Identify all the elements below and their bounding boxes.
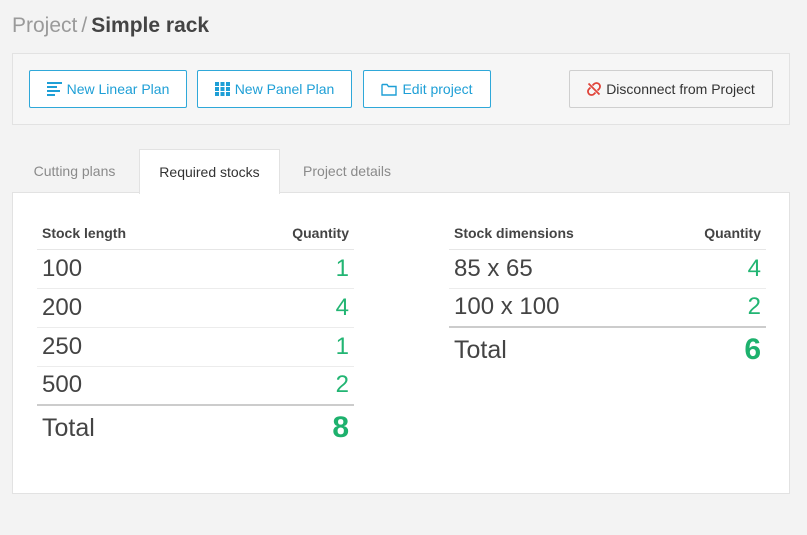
edit-project-label: Edit project [402,81,473,97]
tab-project-details[interactable]: Project details [282,149,412,193]
stock-dimensions-cell: 100 x 100 [449,288,659,328]
quantity-cell: 4 [658,249,766,289]
total-row: Total 8 [37,404,354,450]
quantity-cell: 4 [222,288,354,328]
stock-length-cell: 100 [37,249,223,289]
unlink-icon [587,82,602,96]
total-label: Total [37,404,223,450]
stock-dimensions-cell: 85 x 65 [449,249,659,289]
breadcrumb-project-link[interactable]: Project [12,14,77,37]
total-row: Total 6 [449,326,766,372]
total-label: Total [449,326,659,372]
tab-required-stocks[interactable]: Required stocks [139,149,280,194]
table-row: 100 1 [37,249,354,289]
edit-project-button[interactable]: Edit project [363,70,491,108]
project-tabs: Cutting plans Required stocks Project de… [12,149,790,194]
stock-length-header: Stock length [37,217,223,250]
disconnect-label: Disconnect from Project [606,81,755,97]
stock-dimensions-header: Stock dimensions [449,217,659,250]
disconnect-from-project-button[interactable]: Disconnect from Project [569,70,773,108]
table-row: 500 2 [37,366,354,406]
grid-icon [214,82,230,96]
table-header-row: Stock dimensions Quantity [449,217,766,250]
quantity-cell: 2 [658,288,766,328]
new-panel-plan-button[interactable]: New Panel Plan [197,70,352,108]
project-toolbar: New Linear Plan New Panel Plan Edit proj… [12,53,790,125]
table-row: 250 1 [37,327,354,367]
quantity-cell: 1 [222,249,354,289]
table-row: 100 x 100 2 [449,288,766,328]
new-panel-plan-label: New Panel Plan [234,81,335,97]
new-linear-plan-button[interactable]: New Linear Plan [29,70,187,108]
new-linear-plan-label: New Linear Plan [66,81,170,97]
breadcrumb: Project / Simple rack [12,13,209,39]
total-quantity: 6 [658,326,766,372]
stock-length-cell: 250 [37,327,223,367]
table-row: 200 4 [37,288,354,328]
tab-cutting-plans[interactable]: Cutting plans [12,149,137,193]
quantity-cell: 2 [222,366,354,406]
required-stocks-panel: Stock length Quantity 100 1 200 4 250 1 … [12,192,790,494]
quantity-header: Quantity [658,217,766,250]
quantity-header: Quantity [222,217,354,250]
table-header-row: Stock length Quantity [37,217,354,250]
page-title: Simple rack [91,14,210,37]
folder-icon [381,83,398,96]
table-row: 85 x 65 4 [449,249,766,289]
breadcrumb-separator: / [81,14,88,37]
panel-stocks-table: Stock dimensions Quantity 85 x 65 4 100 … [449,217,766,372]
align-left-icon [46,82,62,96]
stock-length-cell: 200 [37,288,223,328]
linear-stocks-table: Stock length Quantity 100 1 200 4 250 1 … [37,217,354,450]
total-quantity: 8 [222,404,354,450]
stock-length-cell: 500 [37,366,223,406]
quantity-cell: 1 [222,327,354,367]
